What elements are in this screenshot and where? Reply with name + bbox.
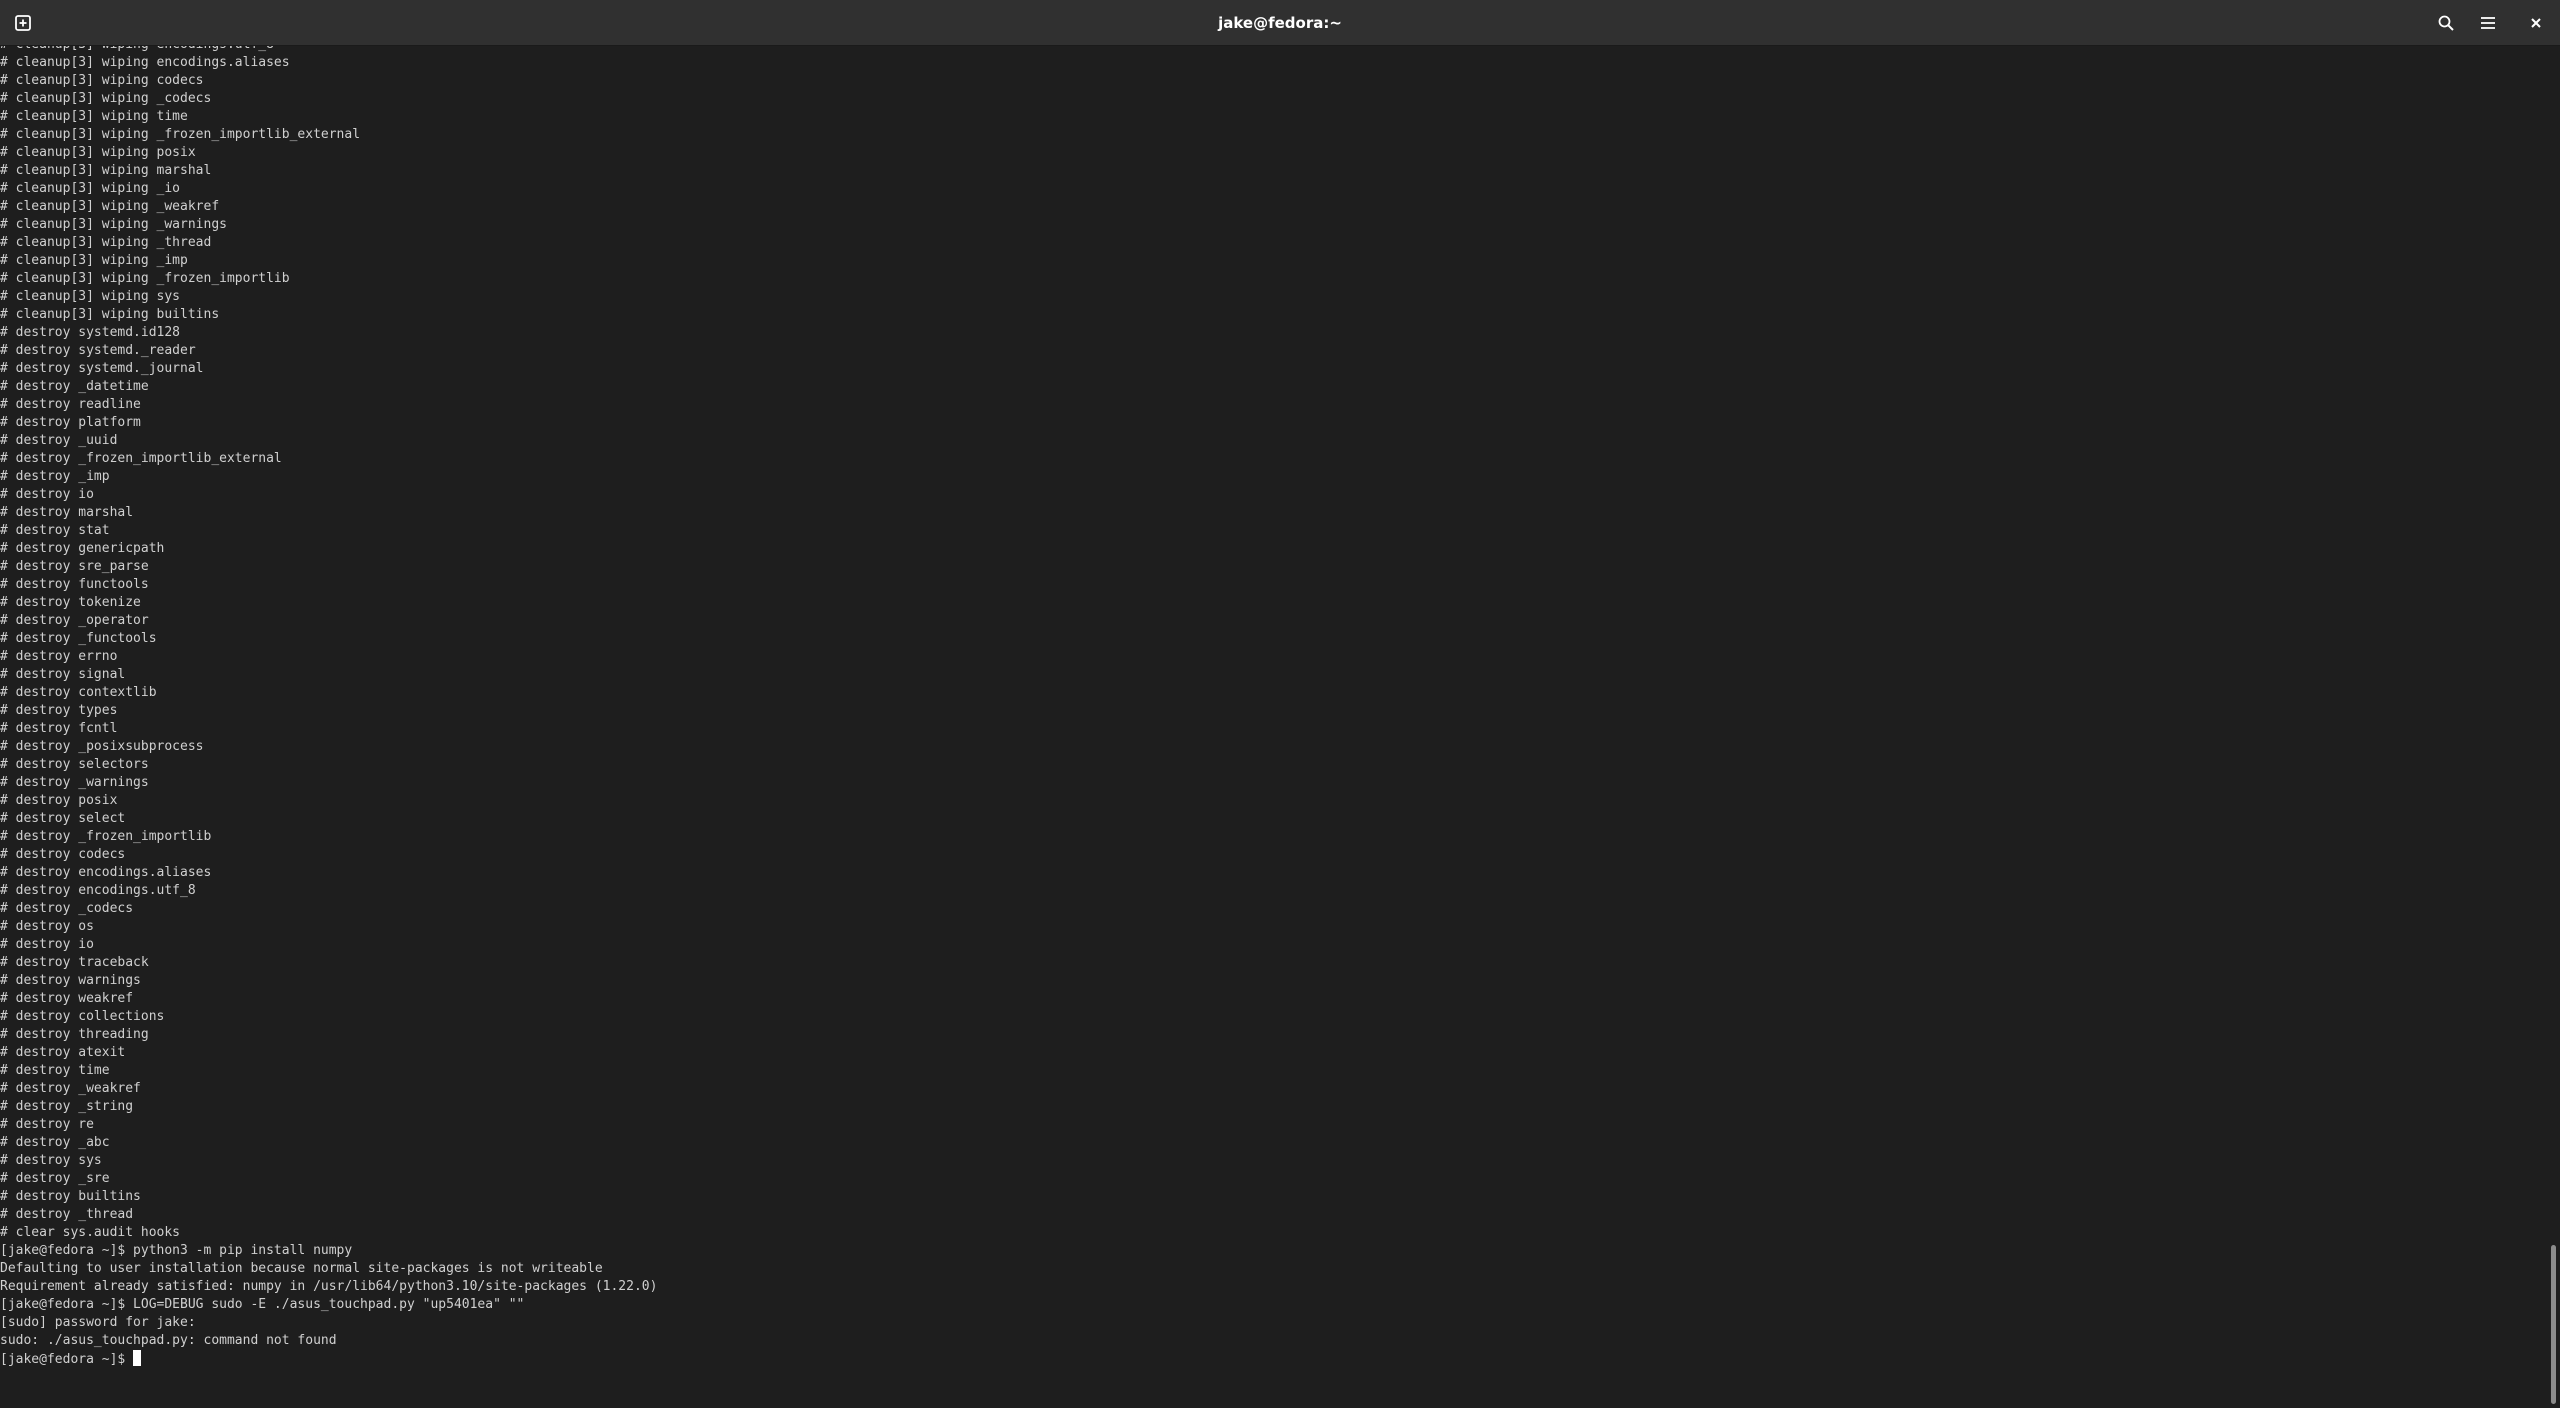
terminal-line: # destroy types: [0, 703, 118, 718]
header-bar: jake@fedora:~: [0, 0, 2560, 46]
terminal-line: # destroy _sre: [0, 1171, 110, 1186]
terminal-line: [jake@fedora ~]$ LOG=DEBUG sudo -E ./asu…: [0, 1297, 525, 1312]
terminal-line: # cleanup[3] wiping encodings.aliases: [0, 55, 290, 70]
terminal-line: # destroy _frozen_importlib: [0, 829, 212, 844]
terminal-line: # destroy platform: [0, 415, 141, 430]
terminal-line: Requirement already satisfied: numpy in …: [0, 1279, 658, 1294]
terminal-line: # destroy weakref: [0, 991, 134, 1006]
terminal-window: jake@fedora:~ # destroy _signal# cleanup…: [0, 0, 2560, 1408]
terminal-line: # destroy _functools: [0, 631, 157, 646]
terminal-line: # destroy collections: [0, 1009, 165, 1024]
terminal-line: # destroy atexit: [0, 1045, 126, 1060]
terminal-line: sudo: ./asus_touchpad.py: command not fo…: [0, 1333, 337, 1348]
main-menu-button[interactable]: [2471, 6, 2505, 40]
terminal-line: # destroy threading: [0, 1027, 149, 1042]
terminal-line: # destroy encodings.utf_8: [0, 883, 196, 898]
terminal-line: # destroy tokenize: [0, 595, 141, 610]
terminal-line: # cleanup[3] wiping _frozen_importlib: [0, 271, 290, 286]
close-button[interactable]: [2519, 6, 2553, 40]
close-icon: [2531, 18, 2541, 28]
terminal-line: # cleanup[3] wiping _imp: [0, 253, 188, 268]
terminal-line: # destroy errno: [0, 649, 118, 664]
terminal-line: # destroy _uuid: [0, 433, 118, 448]
terminal-line: # destroy systemd._reader: [0, 343, 196, 358]
terminal-line: # destroy posix: [0, 793, 118, 808]
terminal-line: # destroy encodings.aliases: [0, 865, 212, 880]
terminal-line: # destroy traceback: [0, 955, 149, 970]
terminal-line: # destroy _frozen_importlib_external: [0, 451, 282, 466]
terminal-line: # clear sys.audit hooks: [0, 1225, 181, 1240]
terminal-line: # destroy _warnings: [0, 775, 149, 790]
terminal-line: # destroy warnings: [0, 973, 141, 988]
terminal-line: # destroy fcntl: [0, 721, 118, 736]
terminal-line: # destroy io: [0, 937, 94, 952]
terminal-line: Defaulting to user installation because …: [0, 1261, 603, 1276]
terminal-line: # destroy time: [0, 1063, 110, 1078]
terminal-line: # destroy codecs: [0, 847, 126, 862]
terminal-line: # cleanup[3] wiping _codecs: [0, 91, 212, 106]
search-button[interactable]: [2429, 6, 2463, 40]
terminal-line: # destroy _abc: [0, 1135, 110, 1150]
terminal-line: # destroy selectors: [0, 757, 149, 772]
terminal-line: # destroy sys: [0, 1153, 102, 1168]
terminal-line: # cleanup[3] wiping _frozen_importlib_ex…: [0, 127, 361, 142]
terminal-lines: # destroy _signal# cleanup[3] wiping enc…: [0, 46, 657, 1404]
terminal-line: # cleanup[3] wiping encodings.utf_8: [0, 46, 657, 54]
terminal-line: [jake@fedora ~]$ python3 -m pip install …: [0, 1243, 353, 1258]
hamburger-menu-icon: [2481, 17, 2495, 29]
terminal-line: # cleanup[3] wiping _io: [0, 181, 181, 196]
terminal-line: # cleanup[3] wiping builtins: [0, 307, 220, 322]
terminal-line: # destroy systemd.id128: [0, 325, 181, 340]
terminal-line: # destroy functools: [0, 577, 149, 592]
terminal-line: # destroy _string: [0, 1099, 134, 1114]
scrollbar-thumb[interactable]: [2551, 1245, 2556, 1404]
search-icon: [2438, 15, 2454, 31]
terminal-output[interactable]: # destroy _signal# cleanup[3] wiping enc…: [0, 46, 2548, 1408]
terminal-line: # destroy _weakref: [0, 1081, 141, 1096]
terminal-line: [sudo] password for jake:: [0, 1315, 196, 1330]
terminal-line: # cleanup[3] wiping _warnings: [0, 217, 227, 232]
terminal-line: # cleanup[3] wiping time: [0, 109, 188, 124]
terminal-line: # destroy _thread: [0, 1207, 134, 1222]
terminal-line: # destroy contextlib: [0, 685, 157, 700]
terminal-line: # destroy signal: [0, 667, 126, 682]
terminal-line: # destroy re: [0, 1117, 94, 1132]
terminal-line: # cleanup[3] wiping posix: [0, 145, 196, 160]
terminal-scrollbar[interactable]: [2548, 46, 2560, 1408]
terminal-line: # destroy readline: [0, 397, 141, 412]
text-cursor: [133, 1350, 142, 1366]
terminal-line: # destroy _imp: [0, 469, 110, 484]
terminal-line: # destroy _codecs: [0, 901, 134, 916]
terminal-line: # cleanup[3] wiping codecs: [0, 73, 204, 88]
terminal-line: # destroy _posixsubprocess: [0, 739, 204, 754]
terminal-line: # destroy builtins: [0, 1189, 141, 1204]
shell-prompt: [jake@fedora ~]$: [0, 1352, 134, 1367]
terminal-line: # destroy systemd._journal: [0, 361, 204, 376]
terminal-line: # destroy marshal: [0, 505, 134, 520]
terminal-line: # cleanup[3] wiping _thread: [0, 235, 212, 250]
terminal-line: # destroy os: [0, 919, 94, 934]
terminal-line: # destroy sre_parse: [0, 559, 149, 574]
terminal-line: # cleanup[3] wiping _weakref: [0, 199, 220, 214]
terminal-line: # destroy _operator: [0, 613, 149, 628]
terminal-line: # destroy io: [0, 487, 94, 502]
terminal-line: # destroy genericpath: [0, 541, 165, 556]
terminal-line: # destroy stat: [0, 523, 110, 538]
prompt-line: [jake@fedora ~]$: [0, 1350, 657, 1368]
terminal-line: # cleanup[3] wiping marshal: [0, 163, 212, 178]
window-title: jake@fedora:~: [1218, 14, 1342, 32]
terminal-line: # cleanup[3] wiping sys: [0, 289, 181, 304]
terminal-line: # destroy select: [0, 811, 126, 826]
terminal-line: # destroy _datetime: [0, 379, 149, 394]
